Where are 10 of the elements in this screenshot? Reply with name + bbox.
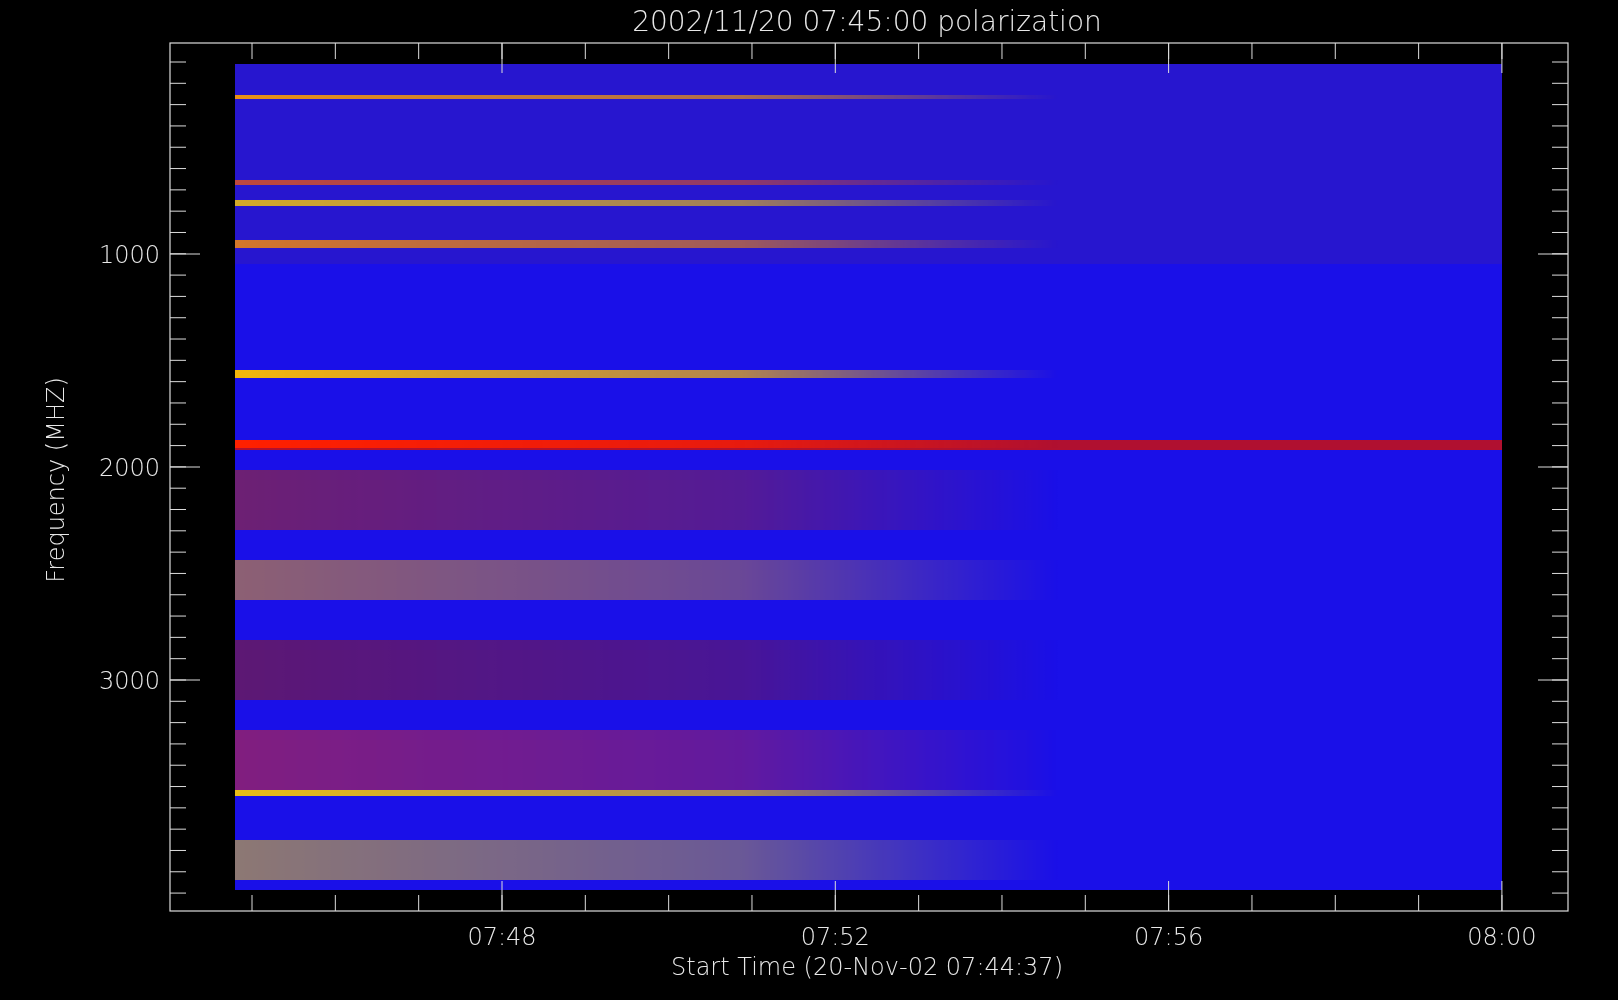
plot-title: 2002/11/20 07:45:00 polarization: [632, 5, 1102, 38]
x-tick-label: 07:52: [800, 923, 870, 951]
y-tick-label: 3000: [98, 667, 160, 695]
x-tick-label: 08:00: [1467, 923, 1537, 951]
y-tick-label: 2000: [98, 454, 160, 482]
y-axis-label: Frequency (MHZ): [42, 377, 70, 583]
y-tick-label: 1000: [98, 241, 160, 269]
x-tick-label: 07:56: [1134, 923, 1204, 951]
x-tick-label: 07:48: [467, 923, 537, 951]
x-axis-label: Start Time (20-Nov-02 07:44:37): [671, 953, 1063, 981]
